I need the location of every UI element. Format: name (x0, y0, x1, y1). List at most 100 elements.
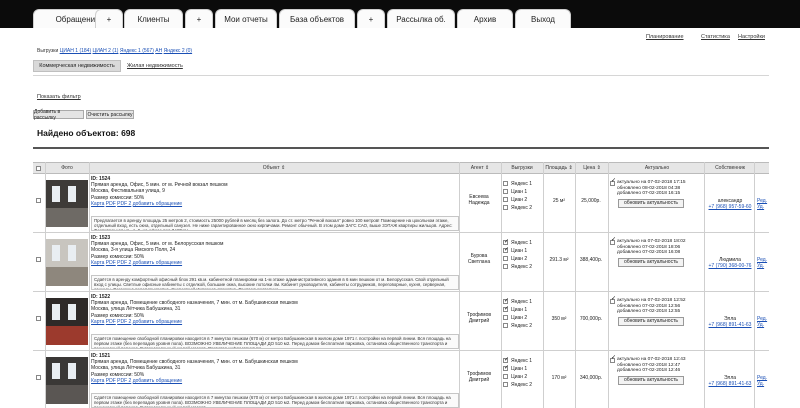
table-row: ID: 1524 Прямая аренда, Офис, 5 мин. от м… (33, 174, 769, 233)
upload-option[interactable]: Циан 2 (503, 314, 543, 322)
statistics-link[interactable]: Статистика (701, 34, 730, 40)
actual-checkbox[interactable] (610, 356, 616, 363)
upload-checkbox[interactable] (503, 181, 508, 186)
pdf2-link[interactable]: PDF 2 (117, 260, 131, 266)
upload-option[interactable]: Циан 1 (503, 188, 543, 196)
row-select-checkbox[interactable] (36, 257, 41, 262)
upload-checkbox[interactable] (503, 246, 509, 254)
tab-object-mailing[interactable]: Рассылка об. (387, 9, 455, 28)
object-description[interactable]: Сдаётся помещение свободной планировки н… (91, 393, 459, 408)
upload-option[interactable]: Циан 2 (503, 373, 543, 381)
object-photo[interactable] (46, 357, 88, 404)
clear-mailing-button[interactable]: Очистить рассылку (86, 110, 134, 119)
refresh-actuality-button[interactable]: обновить актуальность (618, 198, 684, 208)
upload-checkbox[interactable] (503, 305, 509, 313)
actual-checkbox[interactable] (610, 179, 616, 186)
object-links: Карта PDF PDF 2 добавить обращение (91, 319, 451, 325)
row-select-checkbox[interactable] (36, 198, 41, 203)
owner-phone[interactable]: +7 (968) 957-59-60 (707, 204, 753, 210)
object-photo[interactable] (46, 298, 88, 345)
upload-option[interactable]: Циан 1 (503, 246, 543, 255)
row-select-checkbox[interactable] (36, 375, 41, 380)
upload-checkbox[interactable] (503, 382, 508, 387)
pdf-link[interactable]: PDF (106, 319, 116, 325)
upload-checkbox[interactable] (503, 323, 508, 328)
upload-checkbox[interactable] (503, 356, 509, 364)
map-link[interactable]: Карта (91, 201, 104, 207)
pdf-link[interactable]: PDF (106, 201, 116, 207)
object-description[interactable]: Сдаётся в аренду комфортный офисный блок… (91, 275, 459, 290)
upload-option[interactable]: Яндекс 2 (503, 263, 543, 271)
upload-checkbox[interactable] (503, 264, 508, 269)
upload-checkbox[interactable] (503, 256, 508, 261)
pdf2-link[interactable]: PDF 2 (117, 319, 131, 325)
export-link-an[interactable]: АН (155, 48, 162, 54)
actuality-block: актуально на 07-02-2018 18:02обновлено 0… (610, 238, 701, 267)
tab-my-reports[interactable]: Мои отчеты (215, 9, 277, 28)
planning-link[interactable]: Планирование (646, 34, 684, 40)
add-request-link[interactable]: добавить обращение (133, 378, 182, 384)
category-residential[interactable]: Жилая недвижимость (127, 60, 183, 72)
pdf2-link[interactable]: PDF 2 (117, 378, 131, 384)
tab-add-client[interactable]: + (185, 9, 213, 28)
upload-option[interactable]: Яндекс 1 (503, 180, 543, 188)
tab-add-request[interactable]: + (95, 9, 123, 28)
tab-clients[interactable]: Клиенты (124, 9, 183, 28)
owner-phone[interactable]: +7 (968) 891-41-63 (707, 381, 753, 387)
object-description[interactable]: Сдаётся помещение свободной планировки н… (91, 334, 459, 349)
owner-phone[interactable]: +7 (968) 891-41-63 (707, 322, 753, 328)
actual-checkbox[interactable] (610, 238, 616, 245)
add-request-link[interactable]: добавить обращение (133, 319, 182, 325)
export-link-cian-2[interactable]: ЦИАН 2 (1) (93, 48, 119, 54)
tab-object-base[interactable]: База объектов (279, 9, 355, 28)
upload-option[interactable]: Яндекс 2 (503, 381, 543, 389)
upload-checkbox[interactable] (503, 197, 508, 202)
delete-link[interactable]: Уд. (757, 263, 771, 269)
upload-checkbox[interactable] (503, 189, 508, 194)
delete-link[interactable]: Уд. (757, 322, 771, 328)
refresh-actuality-button[interactable]: обновить актуальность (618, 257, 684, 267)
export-link-yandex-1[interactable]: Яндекс 1 (567) (120, 48, 154, 54)
add-to-mailing-button[interactable]: Добавить в рассылку (33, 109, 84, 121)
pdf-link[interactable]: PDF (106, 378, 116, 384)
upload-checkbox[interactable] (503, 315, 508, 320)
tab-add-object[interactable]: + (357, 9, 385, 28)
add-request-link[interactable]: добавить обращение (133, 260, 182, 266)
pdf2-link[interactable]: PDF 2 (117, 201, 131, 207)
owner-phone[interactable]: +7 (790) 368-00-76 (707, 263, 753, 269)
upload-option[interactable]: Циан 1 (503, 305, 543, 314)
upload-option[interactable]: Яндекс 2 (503, 322, 543, 330)
show-filter-link[interactable]: Показать фильтр (37, 94, 81, 100)
refresh-actuality-button[interactable]: обновить актуальность (618, 375, 684, 385)
row-select-checkbox[interactable] (36, 316, 41, 321)
upload-option[interactable]: Циан 1 (503, 364, 543, 373)
tab-logout[interactable]: Выход (515, 9, 571, 28)
upload-checkbox[interactable] (503, 205, 508, 210)
map-link[interactable]: Карта (91, 260, 104, 266)
export-link-cian-1[interactable]: ЦИАН 1 (184) (60, 48, 91, 54)
actual-checkbox[interactable] (610, 297, 616, 304)
upload-option[interactable]: Циан 2 (503, 255, 543, 263)
map-link[interactable]: Карта (91, 319, 104, 325)
upload-option[interactable]: Яндекс 2 (503, 204, 543, 212)
delete-link[interactable]: Уд. (757, 204, 771, 210)
upload-option[interactable]: Циан 2 (503, 196, 543, 204)
upload-checkbox[interactable] (503, 364, 509, 372)
upload-checkbox[interactable] (503, 374, 508, 379)
delete-link[interactable]: Уд. (757, 381, 771, 387)
category-commercial[interactable]: Коммерческая недвижимость (33, 60, 121, 72)
upload-checkbox[interactable] (503, 238, 509, 246)
settings-link[interactable]: Настройки (738, 34, 765, 40)
add-request-link[interactable]: добавить обращение (133, 201, 182, 207)
tab-archive[interactable]: Архив (457, 9, 513, 28)
object-photo[interactable] (46, 239, 88, 286)
export-link-yandex-2[interactable]: Яндекс 2 (0) (164, 48, 192, 54)
column-separator (754, 162, 755, 408)
object-photo[interactable] (46, 180, 88, 227)
refresh-actuality-button[interactable]: обновить актуальность (618, 316, 684, 326)
map-link[interactable]: Карта (91, 378, 104, 384)
upload-checkbox[interactable] (503, 297, 509, 305)
object-description[interactable]: Предлагается в аренду площадь 25 метров … (91, 216, 459, 231)
pdf-link[interactable]: PDF (106, 260, 116, 266)
select-all-checkbox[interactable] (36, 166, 41, 171)
